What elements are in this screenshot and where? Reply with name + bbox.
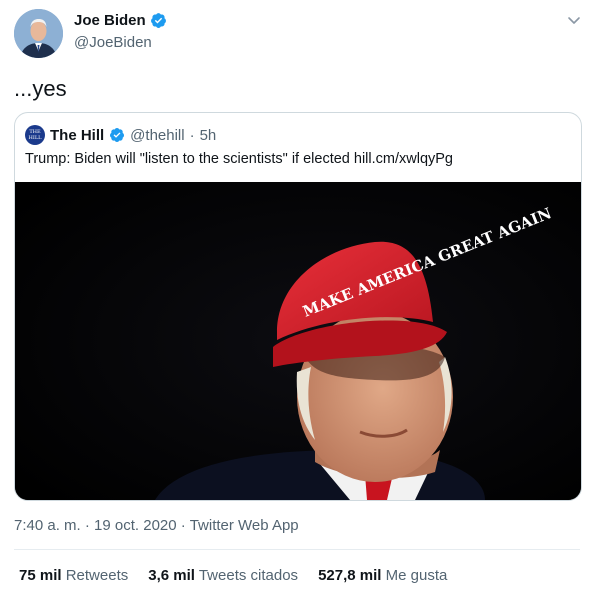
- author-name-row[interactable]: Joe Biden: [74, 12, 167, 29]
- likes-stat[interactable]: 527,8 mil Me gusta: [318, 567, 447, 584]
- tweet-time[interactable]: 7:40 a. m.: [14, 517, 81, 534]
- author-handle[interactable]: @JoeBiden: [74, 34, 152, 51]
- verified-badge-icon: [110, 128, 125, 142]
- tweet-stats: 75 mil Retweets 3,6 mil Tweets citados 5…: [19, 567, 447, 584]
- quoted-time[interactable]: 5h: [200, 127, 217, 144]
- author-name[interactable]: Joe Biden: [74, 12, 146, 29]
- quoted-tweet-header: THE HILL The Hill @thehill · 5h: [25, 125, 216, 145]
- tweet-date[interactable]: 19 oct. 2020: [94, 517, 177, 534]
- tweet-timestamp: 7:40 a. m. · 19 oct. 2020 · Twitter Web …: [14, 517, 299, 534]
- retweets-count: 75 mil: [19, 567, 62, 584]
- quote-tweets-stat[interactable]: 3,6 mil Tweets citados: [148, 567, 298, 584]
- quoted-separator: ·: [189, 126, 195, 144]
- quoted-author-handle[interactable]: @thehill: [130, 127, 184, 144]
- quoted-tweet-text: Trump: Biden will "listen to the scienti…: [25, 151, 453, 167]
- quoted-tweet-image[interactable]: MAKE AMERICA GREAT AGAIN: [15, 182, 581, 500]
- verified-badge-icon: [150, 13, 166, 28]
- author-avatar[interactable]: [14, 9, 63, 58]
- chevron-down-icon[interactable]: [566, 12, 582, 28]
- quoted-author-name[interactable]: The Hill: [50, 127, 104, 144]
- quotes-label: Tweets citados: [198, 567, 299, 584]
- timestamp-separator: ·: [80, 517, 95, 534]
- the-hill-logo[interactable]: THE HILL: [25, 125, 45, 145]
- retweets-stat[interactable]: 75 mil Retweets: [19, 567, 128, 584]
- retweets-label: Retweets: [65, 567, 129, 584]
- likes-label: Me gusta: [385, 567, 448, 584]
- avatar-image: [14, 9, 63, 58]
- likes-count: 527,8 mil: [318, 567, 382, 584]
- quotes-count: 3,6 mil: [148, 567, 195, 584]
- quoted-tweet[interactable]: THE HILL The Hill @thehill · 5h Trump: B…: [14, 112, 582, 501]
- divider: [14, 549, 580, 550]
- timestamp-separator: ·: [176, 517, 190, 534]
- tweet-source[interactable]: Twitter Web App: [190, 517, 299, 534]
- tweet-text: ...yes: [14, 76, 67, 101]
- trump-photo: MAKE AMERICA GREAT AGAIN: [15, 182, 581, 500]
